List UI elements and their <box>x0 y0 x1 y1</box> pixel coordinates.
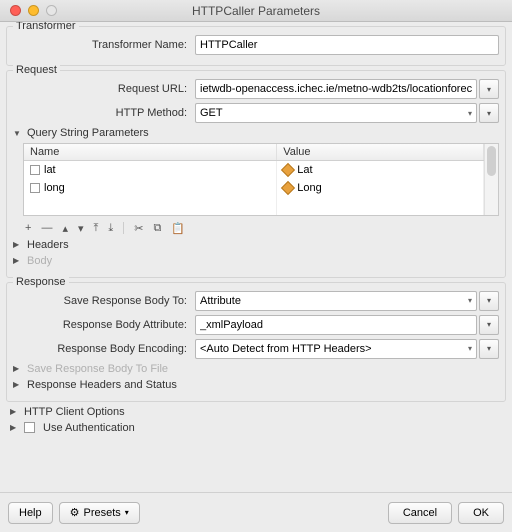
triangle-right-icon: ▶ <box>13 364 23 373</box>
qsp-table: Name Value lat Lat long <box>23 143 499 216</box>
response-enc-options-button[interactable]: ▾ <box>479 339 499 359</box>
cell-value: Long <box>297 182 321 194</box>
presets-button[interactable]: ⚙ Presets ▾ <box>59 502 140 524</box>
response-headers-label: Response Headers and Status <box>27 379 177 391</box>
triangle-right-icon: ▶ <box>13 240 23 249</box>
triangle-right-icon: ▶ <box>10 407 20 416</box>
transformer-name-input[interactable] <box>195 35 499 55</box>
triangle-down-icon: ▼ <box>13 129 23 138</box>
headers-label: Headers <box>27 239 69 251</box>
table-row[interactable]: long Long <box>24 179 484 197</box>
chevron-down-icon: ▾ <box>468 344 472 353</box>
scroll-thumb[interactable] <box>487 146 496 176</box>
attribute-icon <box>281 180 295 194</box>
table-row[interactable] <box>24 197 484 215</box>
use-auth-disclosure[interactable]: ▶ Use Authentication <box>10 422 506 434</box>
http-method-label: HTTP Method: <box>13 107 191 119</box>
response-attr-options-button[interactable]: ▾ <box>479 315 499 335</box>
chevron-down-icon: ▾ <box>468 109 472 118</box>
save-body-to-label: Save Response Body To: <box>13 295 191 307</box>
http-client-disclosure[interactable]: ▶ HTTP Client Options <box>10 406 506 418</box>
qsp-label: Query String Parameters <box>27 127 149 139</box>
close-icon[interactable] <box>10 5 21 16</box>
checkbox-icon[interactable] <box>30 183 40 193</box>
window-title: HTTPCaller Parameters <box>0 4 512 18</box>
paste-button[interactable]: 📋 <box>171 222 185 235</box>
response-enc-select[interactable]: <Auto Detect from HTTP Headers> ▾ <box>195 339 477 359</box>
titlebar: HTTPCaller Parameters <box>0 0 512 22</box>
move-up-button[interactable]: ▴ <box>62 222 68 235</box>
http-method-value: GET <box>200 107 223 119</box>
help-button[interactable]: Help <box>8 502 53 524</box>
col-name[interactable]: Name <box>24 144 277 161</box>
gear-icon: ⚙ <box>70 506 80 519</box>
response-group: Response Save Response Body To: Attribut… <box>6 282 506 402</box>
col-value[interactable]: Value <box>277 144 484 161</box>
response-enc-value: <Auto Detect from HTTP Headers> <box>200 343 372 355</box>
response-attr-input[interactable] <box>195 315 477 335</box>
body-label: Body <box>27 255 52 267</box>
save-body-options-button[interactable]: ▾ <box>479 291 499 311</box>
transformer-name-label: Transformer Name: <box>13 39 191 51</box>
save-file-disclosure: ▶ Save Response Body To File <box>13 363 499 375</box>
use-auth-label: Use Authentication <box>43 422 135 434</box>
headers-disclosure[interactable]: ▶ Headers <box>13 239 499 251</box>
table-row[interactable]: lat Lat <box>24 161 484 179</box>
save-body-to-value: Attribute <box>200 295 241 307</box>
window: HTTPCaller Parameters Transformer Transf… <box>0 0 512 532</box>
use-auth-checkbox[interactable] <box>24 422 35 433</box>
response-attr-label: Response Body Attribute: <box>13 319 191 331</box>
cell-value: Lat <box>297 164 312 176</box>
traffic-lights <box>0 5 57 16</box>
cell-name: lat <box>44 164 56 176</box>
cut-button[interactable]: ✂ <box>134 222 143 235</box>
table-toolbar: + — ▴ ▾ ⤒ ⤓ ✂ ⧉ 📋 <box>23 218 499 235</box>
add-row-button[interactable]: + <box>25 222 31 234</box>
save-body-to-select[interactable]: Attribute ▾ <box>195 291 477 311</box>
move-top-button[interactable]: ⤒ <box>94 222 99 235</box>
request-url-input[interactable] <box>195 79 477 99</box>
zoom-icon <box>46 5 57 16</box>
triangle-right-icon: ▶ <box>10 423 20 432</box>
group-label: Request <box>13 64 60 76</box>
move-down-button[interactable]: ▾ <box>78 222 84 235</box>
cell-name: long <box>44 182 65 194</box>
request-url-label: Request URL: <box>13 83 191 95</box>
triangle-right-icon: ▶ <box>13 256 23 265</box>
triangle-right-icon: ▶ <box>13 380 23 389</box>
qsp-disclosure[interactable]: ▼ Query String Parameters <box>13 127 499 139</box>
chevron-down-icon: ▾ <box>125 508 129 517</box>
separator <box>123 222 124 234</box>
response-headers-disclosure[interactable]: ▶ Response Headers and Status <box>13 379 499 391</box>
url-options-button[interactable]: ▾ <box>479 79 499 99</box>
scrollbar[interactable] <box>484 144 498 215</box>
checkbox-icon[interactable] <box>30 165 40 175</box>
http-method-select[interactable]: GET ▾ <box>195 103 477 123</box>
minimize-icon[interactable] <box>28 5 39 16</box>
presets-label: Presets <box>84 507 121 519</box>
footer: Help ⚙ Presets ▾ Cancel OK <box>0 492 512 532</box>
method-options-button[interactable]: ▾ <box>479 103 499 123</box>
save-file-label: Save Response Body To File <box>27 363 168 375</box>
group-label: Transformer <box>13 22 79 32</box>
request-group: Request Request URL: ▾ HTTP Method: GET … <box>6 70 506 278</box>
cancel-button[interactable]: Cancel <box>388 502 452 524</box>
body-disclosure: ▶ Body <box>13 255 499 267</box>
copy-button[interactable]: ⧉ <box>153 222 161 235</box>
http-client-label: HTTP Client Options <box>24 406 125 418</box>
attribute-icon <box>281 163 295 177</box>
group-label: Response <box>13 276 69 288</box>
move-bottom-button[interactable]: ⤓ <box>108 222 113 235</box>
chevron-down-icon: ▾ <box>468 296 472 305</box>
remove-row-button[interactable]: — <box>41 222 52 234</box>
ok-button[interactable]: OK <box>458 502 504 524</box>
response-enc-label: Response Body Encoding: <box>13 343 191 355</box>
content: Transformer Transformer Name: Request Re… <box>0 22 512 492</box>
transformer-group: Transformer Transformer Name: <box>6 26 506 66</box>
